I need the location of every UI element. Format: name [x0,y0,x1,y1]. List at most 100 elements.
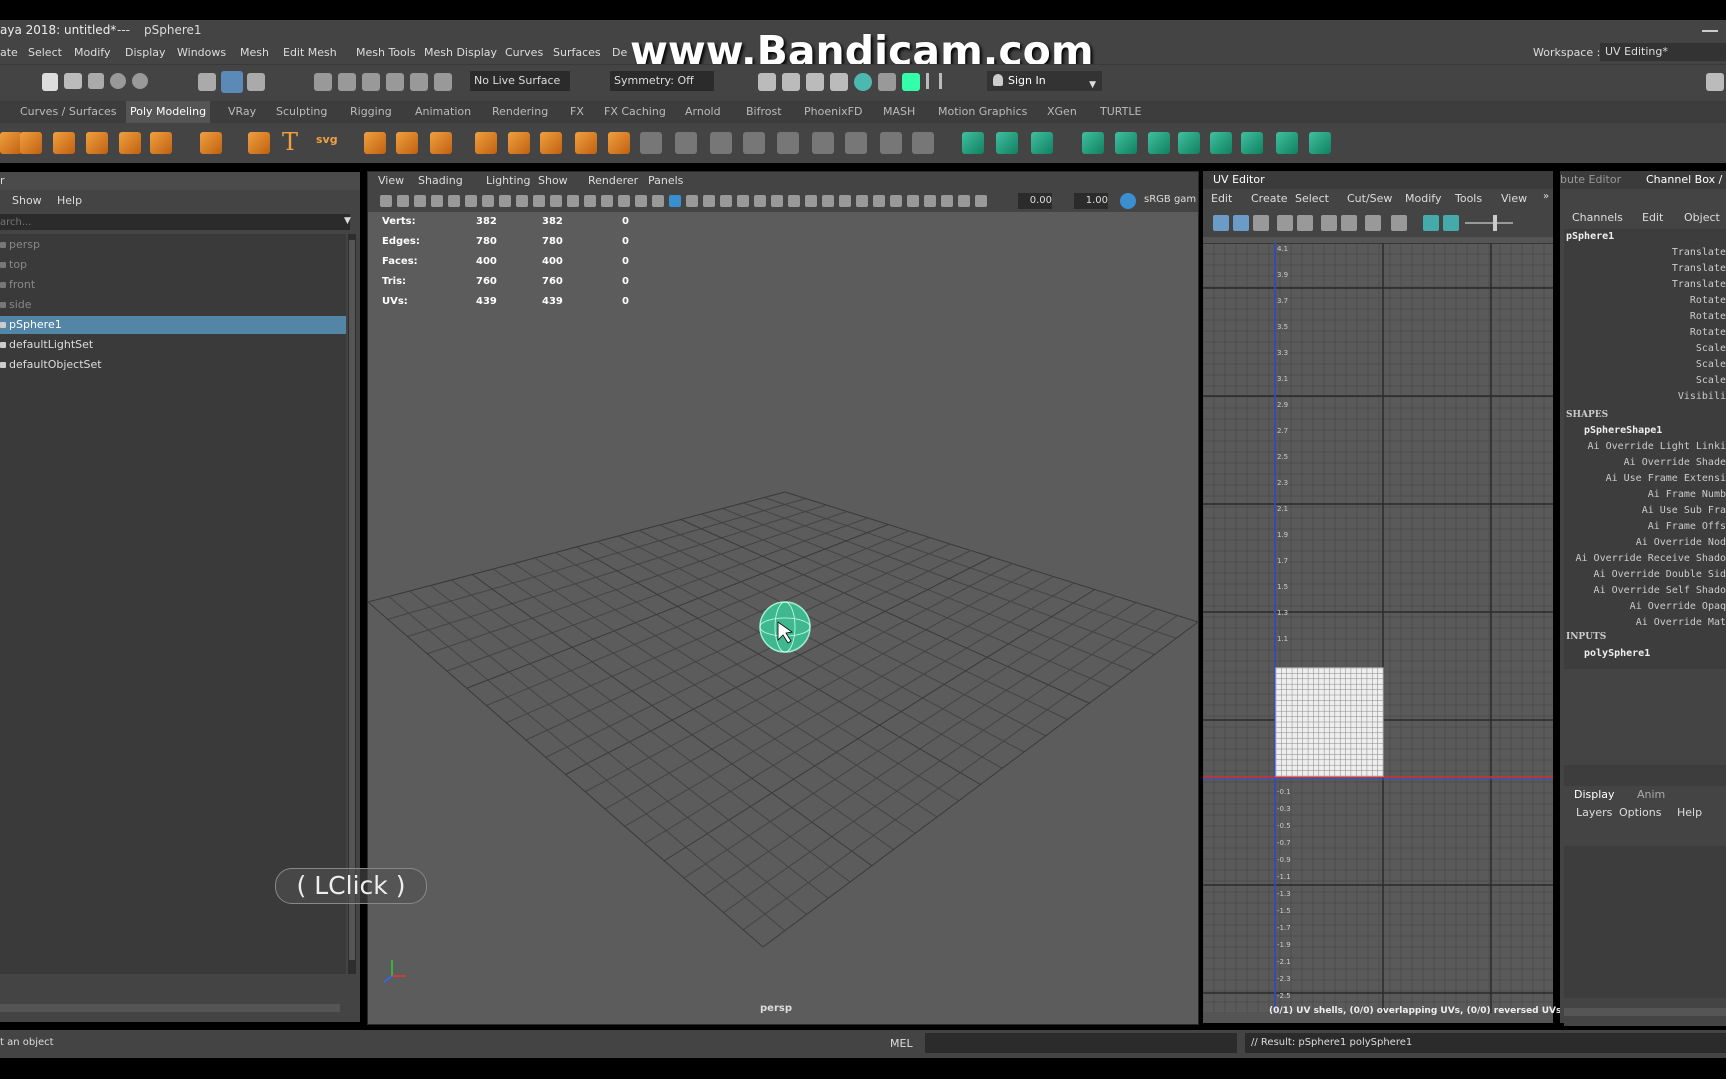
snap-live-icon[interactable] [434,73,452,91]
shelf-tab[interactable]: Rigging [346,101,396,123]
layer-menu-layers[interactable]: Layers [1576,806,1612,819]
viewport-tool-icon[interactable] [567,195,579,207]
menu-item[interactable]: Select [28,46,62,59]
viewport-menu-item[interactable]: Lighting [486,174,530,187]
search-dropdown-icon[interactable]: ▼ [344,216,351,226]
uv-shell[interactable] [1275,667,1384,777]
outliner-item[interactable]: defaultObjectSet [0,356,346,374]
sphere[interactable] [759,601,811,653]
shape-attribute[interactable]: Ai Override Light Linki [1588,441,1726,452]
shelf-tab[interactable]: Rendering [488,101,552,123]
menu-item[interactable]: Mesh Display [424,46,497,59]
viewport-tool-icon[interactable] [499,195,511,207]
cone-icon[interactable] [53,132,75,154]
layer-tab-display[interactable]: Display [1574,788,1615,801]
shelf-tab[interactable]: FX [566,101,588,123]
viewport-tool-icon[interactable] [516,195,528,207]
viewport-tool-icon[interactable] [584,195,596,207]
select-hierarchy-icon[interactable] [198,73,216,91]
uv-symmetry-icon[interactable] [1210,132,1232,154]
shelf-tab[interactable]: Animation [411,101,475,123]
light-editor-icon[interactable] [902,73,920,91]
viewport-tool-icon[interactable] [771,195,783,207]
outliner-item[interactable]: top [0,256,346,274]
colorspace-label[interactable]: sRGB gam [1144,194,1196,205]
shelf-tab[interactable]: FX Caching [600,101,670,123]
channel-attribute[interactable]: Scale [1696,343,1726,354]
outliner-item[interactable]: pSphere1 [0,316,346,334]
shelf-tab[interactable]: VRay [224,101,260,123]
uv-canvas[interactable]: 4.1 3.9 3.7 3.5 3.3 3.1 2.9 2.7 2.5 2.3 2.1 1.9 1.7 1… [1203,243,1553,1013]
layer-menu-options[interactable]: Options [1619,806,1661,819]
outliner-item[interactable]: defaultLightSet [0,336,346,354]
menu-item[interactable]: Curves [505,46,543,59]
channel-attribute[interactable]: Rotate [1690,295,1726,306]
save-scene-icon[interactable] [88,73,104,89]
snap-grid-icon[interactable] [314,73,332,91]
viewport-menu-item[interactable]: Panels [648,174,683,187]
snap-curve-icon[interactable] [338,73,356,91]
layer-hscroll[interactable] [1564,1008,1726,1016]
uv-distort-icon[interactable] [1276,132,1298,154]
command-input[interactable] [925,1033,1237,1053]
render-view-icon[interactable] [758,73,776,91]
text-tool-icon[interactable]: T [282,128,298,156]
outliner-search-input[interactable] [0,214,350,230]
menu-item[interactable]: Modify [74,46,110,59]
uv-tool-icon[interactable] [1297,215,1313,231]
menu-item[interactable]: Windows [177,46,226,59]
viewport-tool-icon[interactable] [856,195,868,207]
sign-in-button[interactable]: Sign In ▼ [987,71,1102,91]
render-settings-icon[interactable] [830,73,848,91]
attribute-editor-tab[interactable]: bute Editor [1560,173,1621,186]
smooth-icon[interactable] [575,132,597,154]
uv-tool-icon[interactable] [1277,215,1293,231]
viewport-tool-icon[interactable] [924,195,936,207]
channel-menu-item[interactable]: Channels [1572,211,1623,224]
viewport-tool-icon[interactable] [958,195,970,207]
layer-menu-help[interactable]: Help [1677,806,1702,819]
uv-tool-icon[interactable] [1423,215,1439,231]
menu-item[interactable]: Surfaces [553,46,601,59]
layer-tab-anim[interactable]: Anim [1637,788,1665,801]
outliner-item[interactable]: front [0,276,346,294]
shape-attribute[interactable]: Ai Override Opaq [1630,601,1726,612]
menu-item[interactable]: Edit Mesh [283,46,337,59]
outliner-menu-show[interactable]: Show [12,194,42,207]
shelf-tab[interactable]: TURTLE [1096,101,1145,123]
menu-item[interactable]: ate [0,46,18,59]
minimize-icon[interactable] [1702,30,1718,32]
uv-menu-item[interactable]: Tools [1455,192,1482,205]
menu-expand-icon[interactable]: » [1543,191,1549,202]
viewport-tool-icon[interactable] [431,195,443,207]
undo-icon[interactable] [110,73,126,89]
menu-item[interactable]: Mesh Tools [356,46,416,59]
viewport-tool-icon[interactable] [652,195,664,207]
target-weld-icon[interactable] [912,132,934,154]
shelf-tab[interactable]: MASH [879,101,919,123]
uv-cut-icon[interactable] [1031,132,1053,154]
workspace-toggle-icon[interactable] [1706,73,1724,91]
uv-tool-icon[interactable] [1341,215,1357,231]
snap-point-icon[interactable] [362,73,380,91]
viewport-tool-icon[interactable] [550,195,562,207]
measure-icon[interactable] [364,132,386,154]
edge-loop-icon[interactable] [710,132,732,154]
outliner-hscroll[interactable] [0,1004,340,1012]
select-component-icon[interactable] [247,73,265,91]
shape-attribute[interactable]: Ai Override Self Shado [1594,585,1726,596]
pause-icon[interactable] [926,73,942,89]
channel-attribute[interactable]: Scale [1696,375,1726,386]
uv-align-icon[interactable] [1241,132,1263,154]
menu-item[interactable]: Mesh [240,46,269,59]
shape-attribute[interactable]: Ai Override Nod [1636,537,1726,548]
viewport-tool-icon[interactable] [380,195,392,207]
input-name[interactable]: polySphere1 [1584,648,1650,659]
svg-tool-icon[interactable]: svg [316,133,338,146]
uv-menu-item[interactable]: Edit [1211,192,1232,205]
shape-attribute[interactable]: Ai Frame Offs [1648,521,1726,532]
cube-icon[interactable] [20,132,42,154]
uv-slider[interactable] [1465,222,1513,224]
viewport-menu-item[interactable]: Shading [418,174,463,187]
viewport-canvas[interactable]: Verts: 382 382 0 Edges: 780 780 0 Faces: 400 400 0 T… [368,212,1198,1024]
